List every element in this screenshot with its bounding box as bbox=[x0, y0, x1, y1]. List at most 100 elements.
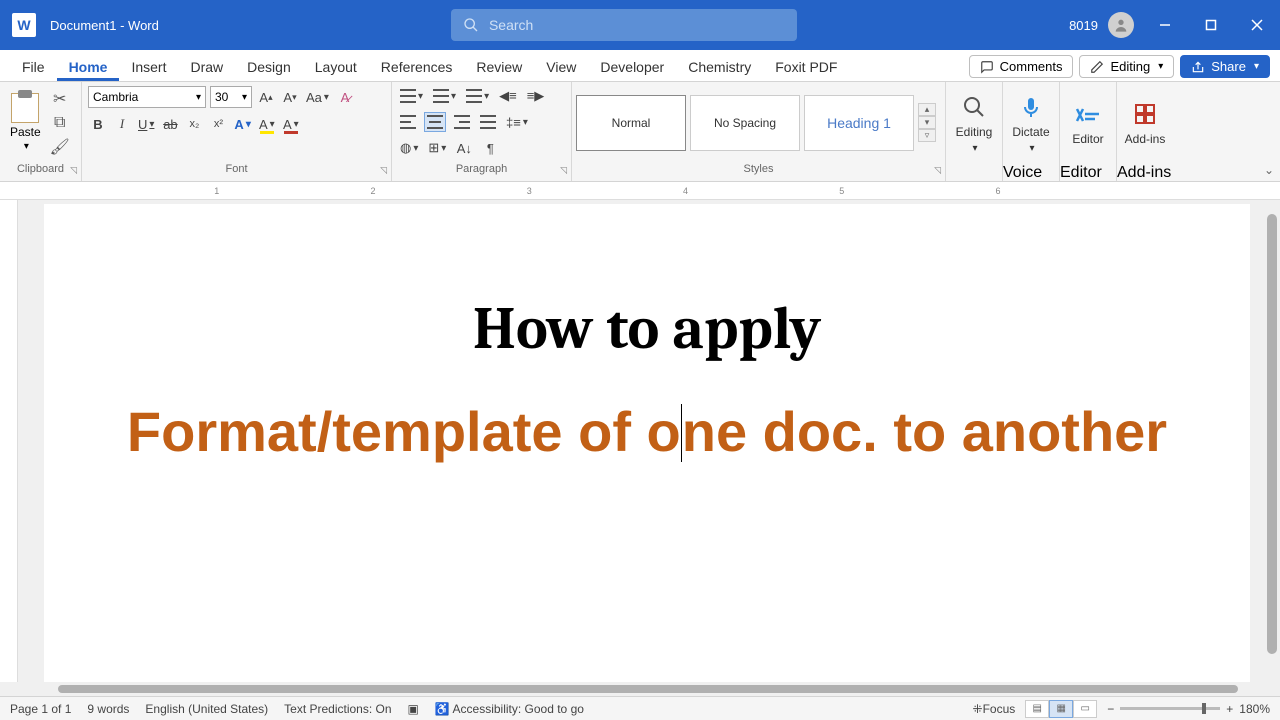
font-dialog-icon[interactable]: ◹ bbox=[380, 165, 387, 176]
bold-button[interactable]: B bbox=[88, 114, 108, 134]
tab-chemistry[interactable]: Chemistry bbox=[676, 53, 763, 81]
align-center-button[interactable] bbox=[424, 112, 446, 132]
align-right-button[interactable] bbox=[452, 112, 472, 132]
zoom-percent[interactable]: 180% bbox=[1239, 702, 1270, 716]
user-area[interactable]: 8019 bbox=[1069, 12, 1134, 38]
decrease-indent-button[interactable]: ◀≡ bbox=[497, 86, 519, 106]
zoom-out-button[interactable]: − bbox=[1107, 702, 1114, 716]
zoom-knob[interactable] bbox=[1202, 703, 1206, 714]
language-indicator[interactable]: English (United States) bbox=[145, 702, 268, 716]
tab-foxit-pdf[interactable]: Foxit PDF bbox=[763, 53, 849, 81]
font-color-button[interactable]: A▾ bbox=[281, 114, 301, 134]
tab-review[interactable]: Review bbox=[464, 53, 534, 81]
italic-button[interactable]: I bbox=[112, 114, 132, 134]
zoom-in-button[interactable]: + bbox=[1226, 702, 1233, 716]
print-layout-button[interactable]: ▦ bbox=[1049, 700, 1073, 718]
style-no-spacing[interactable]: No Spacing bbox=[690, 95, 800, 151]
shrink-font-button[interactable]: A▾ bbox=[280, 87, 300, 107]
bullets-button[interactable]: ▾ bbox=[398, 86, 425, 106]
zoom-control[interactable]: − + 180% bbox=[1107, 702, 1270, 716]
styles-dialog-icon[interactable]: ◹ bbox=[934, 165, 941, 176]
tab-design[interactable]: Design bbox=[235, 53, 303, 81]
addins-button[interactable]: Add-ins bbox=[1117, 82, 1173, 164]
macro-icon[interactable]: ▣ bbox=[408, 702, 419, 716]
tab-home[interactable]: Home bbox=[57, 53, 120, 81]
word-count[interactable]: 9 words bbox=[87, 702, 129, 716]
collapse-ribbon-button[interactable]: ⌄ bbox=[1264, 163, 1274, 177]
zoom-slider[interactable] bbox=[1120, 707, 1220, 710]
vertical-ruler[interactable] bbox=[0, 200, 18, 682]
tab-view[interactable]: View bbox=[534, 53, 588, 81]
horizontal-scrollbar[interactable] bbox=[0, 682, 1280, 696]
comments-button[interactable]: Comments bbox=[969, 55, 1074, 78]
chevron-down-icon: ▾ bbox=[1029, 143, 1034, 154]
font-size-select[interactable]: 30▾ bbox=[210, 86, 252, 108]
text-effects-button[interactable]: A▾ bbox=[232, 114, 252, 134]
share-button[interactable]: Share ▾ bbox=[1180, 55, 1270, 78]
horizontal-ruler[interactable]: 1 2 3 4 5 6 bbox=[0, 182, 1280, 200]
grow-font-button[interactable]: A▴ bbox=[256, 87, 276, 107]
paste-button[interactable]: Paste ▾ bbox=[6, 91, 45, 154]
paste-label: Paste bbox=[10, 125, 41, 139]
clear-formatting-button[interactable]: A̷ bbox=[335, 87, 355, 107]
document-page[interactable]: How to apply Format/template of one doc.… bbox=[44, 204, 1250, 682]
share-label: Share bbox=[1211, 59, 1246, 74]
web-layout-button[interactable]: ▭ bbox=[1073, 700, 1097, 718]
numbering-button[interactable]: ▾ bbox=[431, 86, 458, 106]
scrollbar-thumb[interactable] bbox=[58, 685, 1238, 693]
change-case-button[interactable]: Aa▾ bbox=[304, 87, 331, 107]
style-normal[interactable]: Normal bbox=[576, 95, 686, 151]
multilevel-list-button[interactable]: ▾ bbox=[464, 86, 491, 106]
dictate-button[interactable]: Dictate ▾ bbox=[1003, 82, 1059, 164]
minimize-button[interactable] bbox=[1142, 0, 1188, 50]
tab-draw[interactable]: Draw bbox=[178, 53, 235, 81]
sort-button[interactable]: A↓ bbox=[454, 138, 474, 158]
copy-button[interactable]: ⧉ bbox=[51, 114, 69, 132]
scrollbar-thumb[interactable] bbox=[1267, 214, 1277, 654]
clipboard-dialog-icon[interactable]: ◹ bbox=[70, 165, 77, 176]
tab-insert[interactable]: Insert bbox=[119, 53, 178, 81]
show-marks-button[interactable]: ¶ bbox=[480, 138, 500, 158]
editing-mode-button[interactable]: Editing ▾ bbox=[1079, 55, 1174, 78]
close-button[interactable] bbox=[1234, 0, 1280, 50]
focus-label: Focus bbox=[983, 702, 1016, 716]
paragraph-dialog-icon[interactable]: ◹ bbox=[560, 165, 567, 176]
accessibility-status[interactable]: ♿ Accessibility: Good to go bbox=[435, 702, 584, 716]
text-predictions[interactable]: Text Predictions: On bbox=[284, 702, 391, 716]
justify-button[interactable] bbox=[478, 112, 498, 132]
editor-button[interactable]: Editor bbox=[1060, 82, 1116, 164]
align-left-button[interactable] bbox=[398, 112, 418, 132]
tab-file[interactable]: File bbox=[10, 53, 57, 81]
style-heading-1[interactable]: Heading 1 bbox=[804, 95, 914, 151]
strikethrough-button[interactable]: ab bbox=[160, 114, 180, 134]
superscript-button[interactable]: x² bbox=[208, 114, 228, 134]
tab-references[interactable]: References bbox=[369, 53, 465, 81]
format-painter-button[interactable]: 🖌 bbox=[51, 138, 69, 156]
editor-icon bbox=[1074, 100, 1102, 128]
increase-indent-button[interactable]: ≡▶ bbox=[525, 86, 547, 106]
tab-developer[interactable]: Developer bbox=[588, 53, 676, 81]
font-name-select[interactable]: Cambria▾ bbox=[88, 86, 206, 108]
line-spacing-button[interactable]: ‡≡▾ bbox=[504, 112, 530, 132]
borders-button[interactable]: ⊞▾ bbox=[426, 138, 448, 158]
editing-button[interactable]: Editing ▾ bbox=[946, 82, 1002, 164]
ribbon-tabs: File Home Insert Draw Design Layout Refe… bbox=[0, 50, 1280, 82]
styles-gallery-nav[interactable]: ▴▾▿ bbox=[918, 103, 936, 142]
tab-layout[interactable]: Layout bbox=[303, 53, 369, 81]
text-cursor bbox=[681, 404, 682, 462]
group-styles: Normal No Spacing Heading 1 ▴▾▿ Styles◹ bbox=[572, 82, 946, 181]
search-box[interactable]: Search bbox=[451, 9, 797, 41]
highlight-button[interactable]: A▾ bbox=[257, 114, 277, 134]
maximize-button[interactable] bbox=[1188, 0, 1234, 50]
focus-mode-button[interactable]: ⁜Focus bbox=[973, 702, 1016, 716]
group-editor: Editor Editor bbox=[1060, 82, 1117, 181]
shading-button[interactable]: ◍▾ bbox=[398, 138, 420, 158]
microphone-icon bbox=[1017, 93, 1045, 121]
subscript-button[interactable]: x₂ bbox=[184, 114, 204, 134]
underline-button[interactable]: U▾ bbox=[136, 114, 156, 134]
group-paragraph: ▾ ▾ ▾ ◀≡ ≡▶ ‡≡▾ ◍▾ ⊞▾ A↓ ¶ Paragraph◹ bbox=[392, 82, 572, 181]
cut-button[interactable]: ✂ bbox=[51, 90, 69, 108]
read-mode-button[interactable]: ▤ bbox=[1025, 700, 1049, 718]
page-indicator[interactable]: Page 1 of 1 bbox=[10, 702, 71, 716]
vertical-scrollbar[interactable] bbox=[1264, 200, 1280, 682]
